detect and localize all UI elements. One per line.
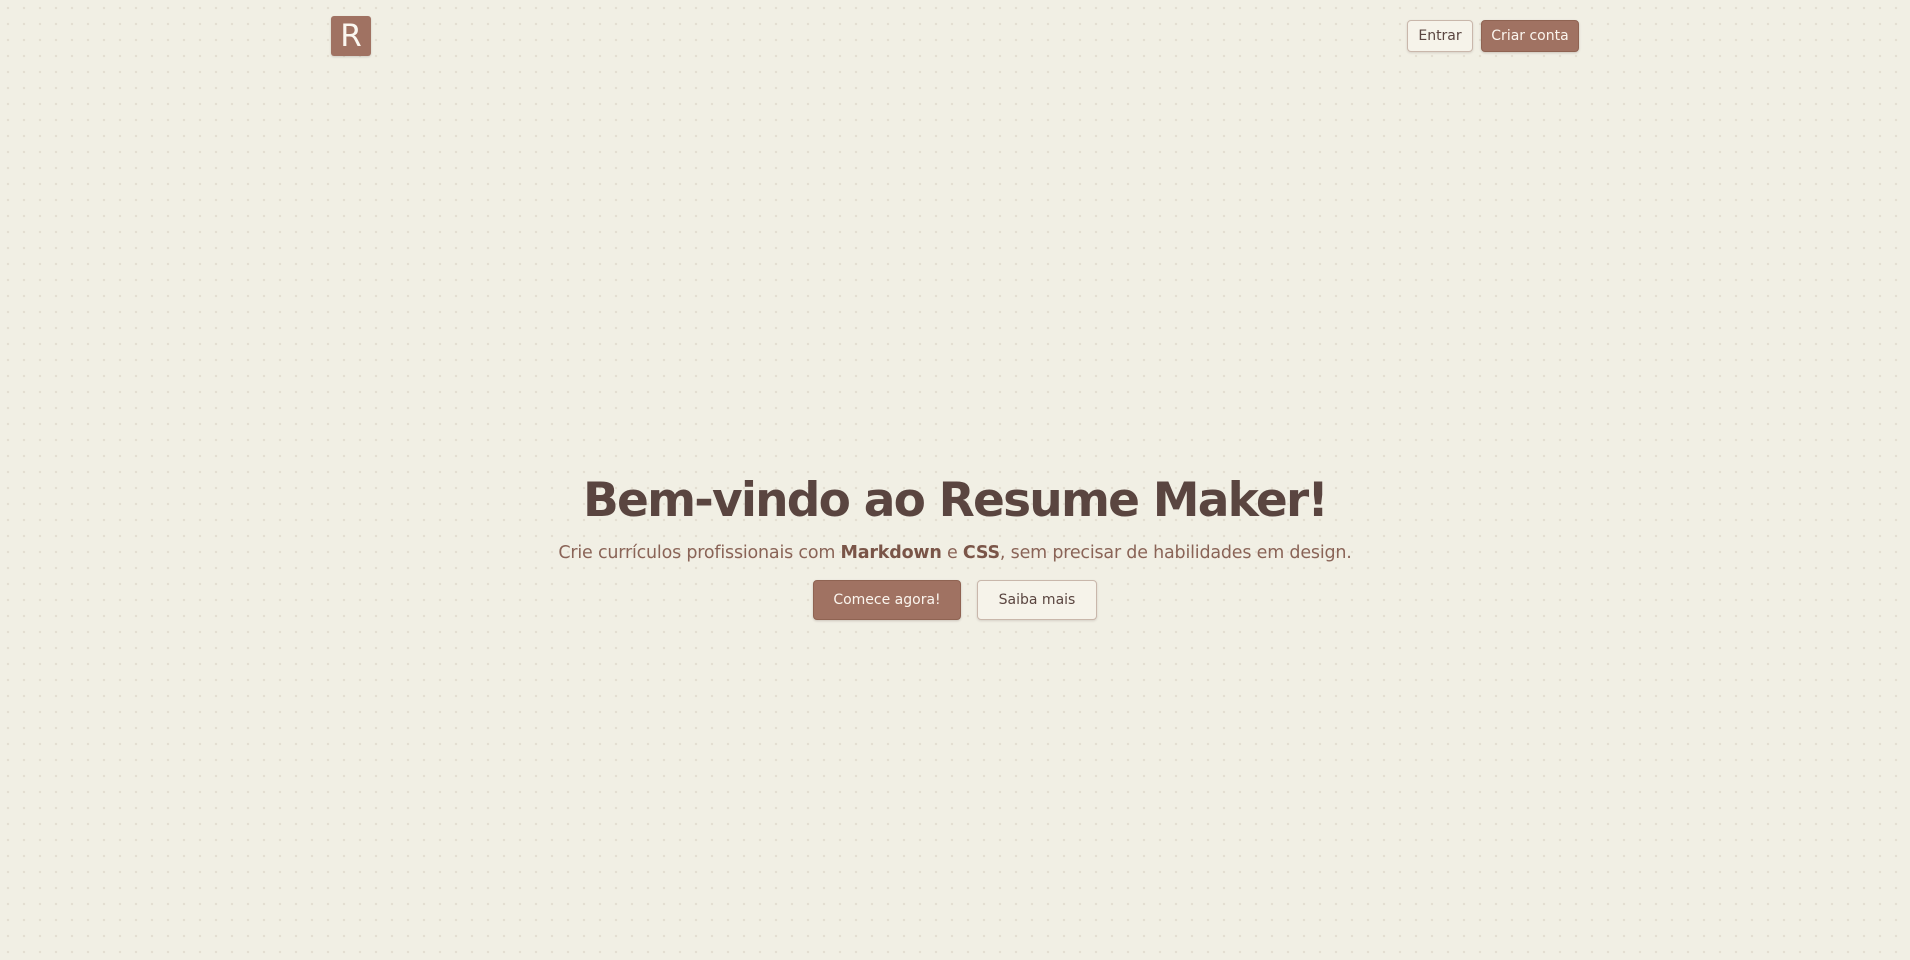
site-header: R Entrar Criar conta bbox=[331, 16, 1579, 56]
hero-title: Bem-vindo ao Resume Maker! bbox=[583, 473, 1329, 528]
hero-section: Bem-vindo ao Resume Maker! Crie currícul… bbox=[0, 470, 1910, 620]
signup-button[interactable]: Criar conta bbox=[1481, 20, 1579, 52]
subtitle-css: CSS bbox=[962, 543, 1000, 563]
subtitle-text: , sem precisar de habilidades em design. bbox=[999, 543, 1352, 563]
login-button[interactable]: Entrar bbox=[1407, 20, 1473, 52]
subtitle-markdown: Markdown bbox=[840, 543, 942, 563]
subtitle-text: Crie currículos profissionais com bbox=[558, 543, 841, 563]
get-started-button[interactable]: Comece agora! bbox=[813, 580, 961, 620]
logo[interactable]: R bbox=[331, 16, 371, 56]
learn-more-button[interactable]: Saiba mais bbox=[977, 580, 1097, 620]
header-nav: Entrar Criar conta bbox=[1407, 20, 1579, 52]
hero-subtitle: Crie currículos profissionais com Markdo… bbox=[0, 540, 1910, 566]
subtitle-text: e bbox=[941, 543, 963, 563]
hero-actions: Comece agora! Saiba mais bbox=[0, 580, 1910, 620]
